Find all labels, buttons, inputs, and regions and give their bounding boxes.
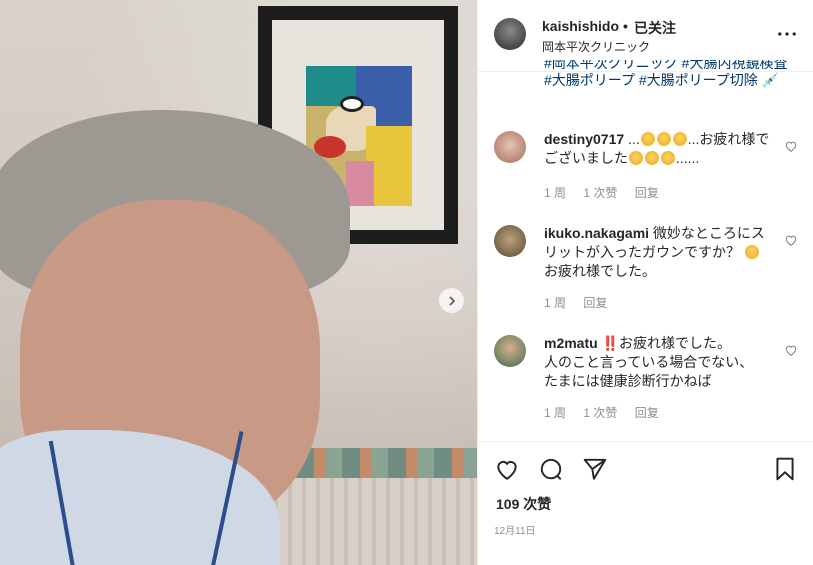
follow-status[interactable]: 已关注 [634,18,676,38]
double-exclamation-emoji: ‼️ [601,335,620,351]
heart-icon[interactable] [494,456,520,482]
comment-body: destiny0717 ... ...お疲れ様でございました...... [544,130,776,168]
post-date[interactable]: 12月11日 [494,522,536,537]
comment-time[interactable]: 1 周 [544,406,566,420]
comment-icon[interactable] [538,456,564,482]
send-icon[interactable] [582,456,608,482]
comment-text-c: たまには健康診断行かねば [544,373,712,389]
comment-text-b: お疲れ様でした。 [544,263,656,279]
heart-icon[interactable] [784,343,798,357]
more-icon [778,32,796,36]
comment-username[interactable]: ikuko.nakagami [544,225,649,241]
comment-text-b: 人のこと言っている場合でない、 [544,354,754,370]
comment-body: ikuko.nakagami 微妙なところにスリットが入ったガウンですか？ お疲… [544,224,776,281]
next-photo-button[interactable] [439,288,464,313]
post-side-panel: kaishishido • 已关注 岡本平次クリニック #岡本平次クリニック #… [477,0,813,565]
post-username[interactable]: kaishishido [542,18,619,34]
comment-username[interactable]: destiny0717 [544,131,624,147]
comment-likes[interactable]: 1 次赞 [583,406,617,420]
pleading-face-emoji [661,151,675,165]
separator-dot: • [623,18,628,34]
heart-icon[interactable] [784,139,798,153]
like-count[interactable]: 109 次赞 [496,494,551,514]
caption-hashtags-partial[interactable]: #岡本平次クリニック #大腸内視鏡検査 [544,60,794,70]
avatar[interactable] [494,335,526,367]
caption-hashtags-line[interactable]: #大腸ポリープ #大腸ポリープ切除 💉 [544,72,779,88]
more-options-button[interactable] [777,24,797,44]
chevron-right-icon [448,295,455,306]
pleading-face-emoji [645,151,659,165]
reply-button[interactable]: 回复 [635,406,659,420]
reply-button[interactable]: 回复 [583,296,607,310]
reply-button[interactable]: 回复 [635,186,659,200]
bookmark-icon[interactable] [772,456,798,482]
comment-meta: 1 周 1 次赞 回复 [544,404,673,421]
comment-body: m2matu ‼️お疲れ様でした。人のこと言っている場合でない、 たまには健康診断… [544,334,776,391]
comment-list[interactable]: #岡本平次クリニック #大腸内視鏡検査 #大腸ポリープ #大腸ポリープ切除 💉 … [478,60,813,440]
pleading-face-emoji [629,151,643,165]
comment-text-c: ...... [676,150,700,166]
heart-icon[interactable] [784,233,798,247]
pleading-face-emoji [672,132,687,146]
comment-meta: 1 周 回复 [544,294,621,311]
avatar[interactable] [494,18,526,50]
avatar[interactable] [494,225,526,257]
post-actions: 109 次赞 12月11日 [478,441,813,565]
comment-time[interactable]: 1 周 [544,186,566,200]
comment-text-a: お疲れ様でした。 [619,335,732,351]
avatar[interactable] [494,131,526,163]
comment-text-a: ... [624,131,640,147]
sweat-smile-emoji [744,245,759,259]
comment-likes[interactable]: 1 次赞 [583,186,617,200]
comment-meta: 1 周 1 次赞 回复 [544,184,673,201]
post-photo[interactable] [0,0,477,565]
pleading-face-emoji [640,132,655,146]
comment-time[interactable]: 1 周 [544,296,566,310]
post-location[interactable]: 岡本平次クリニック [542,38,650,55]
caption-hashtags[interactable]: #岡本平次クリニック #大腸内視鏡検査 #大腸ポリープ #大腸ポリープ切除 💉 [544,60,794,90]
pleading-face-emoji [656,132,671,146]
comment-username[interactable]: m2matu [544,335,598,351]
